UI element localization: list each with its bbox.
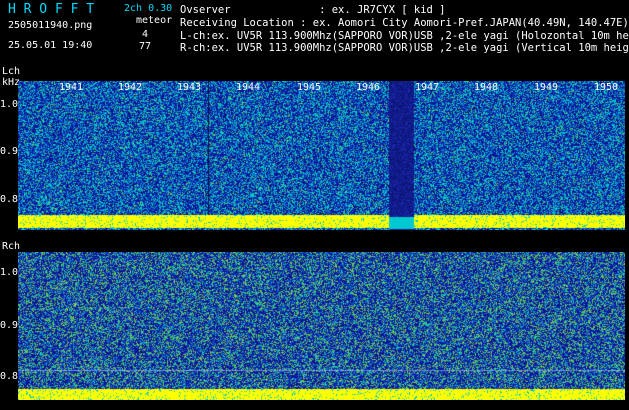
rch-tick-1: 1.0 [0,267,19,278]
lch-description: L-ch:ex. UV5R 113.900Mhz(SAPPORO VOR)USB… [180,30,629,42]
time-label: 1942 [118,82,143,93]
time-label: 1944 [236,82,261,93]
lch-label: Lch [2,66,21,77]
time-label: 1943 [177,82,202,93]
rch-label: Rch [2,241,21,252]
lch-tick-1: 1.0 [0,99,19,110]
rch-description: R-ch:ex. UV5R 113.900Mhz(SAPPORO VOR)USB… [180,42,629,54]
time-label: 1949 [534,82,559,93]
time-label: 1948 [474,82,499,93]
rch-tick-2: 0.9 [0,320,19,331]
location-line: Receiving Location : ex. Aomori City Aom… [180,17,629,29]
time-label: 1941 [59,82,84,93]
rch-tick-3: 0.8 [0,371,19,382]
time-label: 1947 [415,82,440,93]
meteor-label: meteor [136,15,173,26]
file-name: 2505011940.png [8,20,93,31]
lch-tick-3: 0.8 [0,194,19,205]
rch-spectrogram [18,252,625,400]
timestamp: 25.05.01 19:40 [8,40,93,51]
meteor-count-lch: 4 [142,29,149,40]
time-label: 1945 [297,82,322,93]
channel-info: 2ch 0.30 [124,3,173,14]
lch-spectrogram [18,81,625,230]
time-label: 1950 [594,82,619,93]
time-label: 1946 [356,82,381,93]
lch-tick-2: 0.9 [0,146,19,157]
observer-line: Ovserver : ex. JR7CYX [ kid ] [180,4,446,16]
app-title: H R O F F T [8,2,95,17]
meteor-count-rch: 77 [139,41,152,52]
